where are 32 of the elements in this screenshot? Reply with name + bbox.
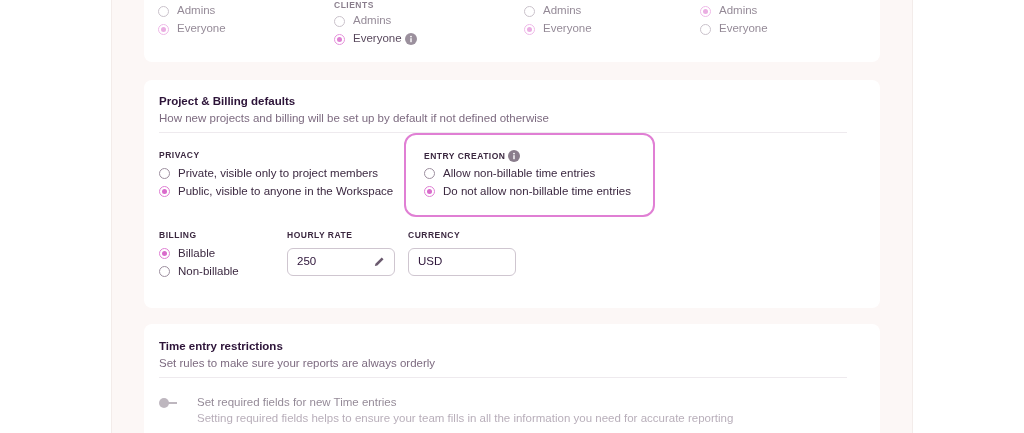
rate-field[interactable]: 250 [287,247,395,276]
option-label: Billable [178,246,216,262]
toggle-switch[interactable] [159,398,177,408]
card-subtitle: How new projects and billing will be set up by default if not defined otherwise [159,111,550,125]
option-label: Private, visible only to project members [178,166,379,182]
section-label: CURRENCY [408,229,462,242]
option-label: Admins [719,3,758,19]
option-label: Admins [353,13,392,29]
toggle-description: Setting required fields helps to ensure your team fills in all the information you need for accurate reporting [197,411,734,425]
currency-field[interactable]: USD [408,247,516,276]
pencil-icon[interactable] [374,256,385,268]
option-label: Admins [543,3,582,19]
card-title: Time entry restrictions [159,339,284,353]
section-label: HOURLY RATE [287,229,354,242]
option-label: Everyone [543,21,592,37]
option-label: Everyone [719,21,768,37]
info-icon[interactable] [508,150,521,163]
section-label: CLIENTS [334,0,374,10]
toggle-label: Set required fields for new Time entries [197,395,398,409]
option-label: Public, visible to anyone in the Workspace [178,184,394,200]
info-icon[interactable] [404,33,417,45]
option-label: Non-billable [178,264,239,280]
section-label: BILLING [159,229,198,242]
option-label: Allow non-billable time entries [443,166,596,182]
option-label: Everyone [177,21,226,37]
card-subtitle: Set rules to make sure your reports are always orderly [159,356,437,370]
option-label: Do not allow non-billable time entries [443,184,631,200]
option-label: Everyone [353,31,402,47]
option-label: Admins [177,3,216,19]
card-title: Project & Billing defaults [159,94,297,108]
section-label: ENTRY CREATION [424,150,506,163]
section-label: PRIVACY [159,149,201,162]
